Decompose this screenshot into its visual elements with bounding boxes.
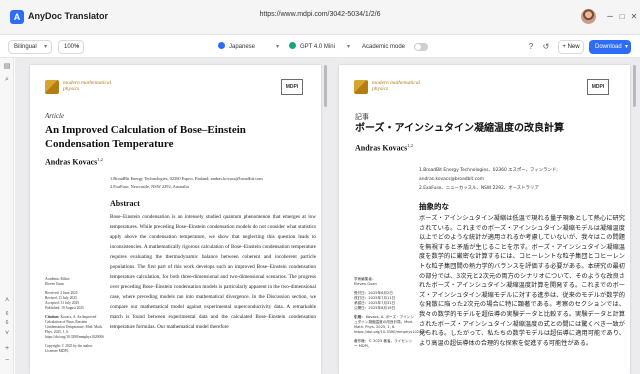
language-select[interactable]: Japanese ▾ bbox=[218, 40, 282, 54]
language-icon bbox=[218, 42, 225, 49]
article-info-sidebar: 学術編集者： Eleven Guan 受付日：2025年6月2日 改訂日：202… bbox=[354, 277, 429, 348]
download-button[interactable]: Download ▾ bbox=[589, 40, 631, 54]
chevron-down-icon[interactable]: ˅ bbox=[3, 330, 11, 338]
chevron-down-icon: ▾ bbox=[276, 44, 280, 50]
model-icon bbox=[289, 42, 296, 49]
toolbar: Bilingual ▾ 100% ▾ Japanese ▾ GPT 4.0 Mi… bbox=[0, 35, 640, 58]
current-page-number[interactable]: 6 bbox=[2, 311, 12, 317]
article-info-sidebar: Academic Editor: Eleven Guan Received: 2… bbox=[45, 277, 104, 353]
minimize-icon[interactable]: – bbox=[604, 11, 616, 23]
help-icon[interactable]: ? bbox=[526, 42, 536, 52]
chevron-up-icon[interactable]: ˄ bbox=[3, 297, 11, 305]
article-type: Article bbox=[45, 112, 65, 120]
author: Andras Kovacs1,2 bbox=[45, 157, 103, 167]
history-icon[interactable]: ↺ bbox=[541, 42, 551, 52]
translated-scrollbar[interactable] bbox=[633, 65, 636, 107]
new-button[interactable]: + New bbox=[558, 40, 584, 54]
original-scrollbar[interactable] bbox=[324, 65, 327, 107]
journal-name: modern mathematical physics bbox=[372, 80, 421, 92]
chevron-down-icon: ▾ bbox=[43, 44, 47, 50]
maximize-icon[interactable]: □ bbox=[616, 11, 628, 23]
affiliation-1: 1.BroadBit Energy Technologies、02360 エスポ… bbox=[419, 168, 558, 173]
affiliations: 1.BroadBit Energy Technologies、02360 エスポ… bbox=[419, 166, 619, 193]
chevron-down-icon: ▾ bbox=[75, 44, 79, 50]
model-value: GPT 4.0 Mini bbox=[300, 44, 335, 50]
download-label: Download bbox=[595, 44, 622, 50]
publisher-logo: MDPI bbox=[587, 79, 609, 95]
abstract-heading: Abstract bbox=[110, 199, 140, 208]
journal-logo-icon bbox=[354, 80, 368, 94]
affiliation-1-email: andras.kovacs@broadbit.com bbox=[419, 177, 485, 182]
zoom-select[interactable]: 100% ▾ bbox=[58, 40, 84, 54]
search-icon[interactable]: ⌕ bbox=[3, 76, 11, 84]
view-mode-value: Bilingual bbox=[14, 44, 37, 50]
affiliation-2: 2.ExaFuse、ニューカッスル、NSW 2292、オーストラリア bbox=[419, 186, 539, 191]
document-url[interactable]: https://www.mdpi.com/3042-5034/1/2/6 bbox=[0, 11, 640, 18]
article-type: 記事 bbox=[355, 113, 369, 121]
affiliation-1: 1.BroadBit Energy Technologies, 02360 Es… bbox=[110, 176, 263, 181]
zoom-out-icon[interactable]: − bbox=[3, 357, 11, 365]
journal-name: modern mathematical physics bbox=[63, 80, 112, 92]
paper-title: ボーズ・アインシュタイン凝縮温度の改良計算 bbox=[355, 123, 564, 134]
academic-mode-toggle[interactable] bbox=[414, 43, 428, 51]
close-icon[interactable]: ✕ bbox=[628, 11, 640, 23]
total-page-number: 6 bbox=[5, 320, 9, 326]
paper-title: An Improved Calculation of Bose–Einstein… bbox=[45, 124, 246, 150]
left-sidebar: ▤ ⌕ ˄ 6 6 ˅ + − bbox=[0, 58, 14, 374]
avatar[interactable] bbox=[581, 9, 596, 24]
academic-mode-label: Academic mode bbox=[362, 44, 406, 50]
title-bar: A AnyDoc Translator https://www.mdpi.com… bbox=[0, 0, 640, 35]
translated-page: modern mathematical physics MDPI 記事 ボーズ・… bbox=[339, 65, 630, 374]
language-value: Japanese bbox=[229, 44, 256, 50]
original-page: modern mathematical physics MDPI Article… bbox=[30, 65, 321, 374]
abstract-heading: 抽象的な bbox=[419, 202, 449, 211]
author: Andras Kovacs1,2 bbox=[355, 143, 413, 153]
affiliation-2: 2.ExaFuse, Newcastle, NSW 2292, Australi… bbox=[110, 184, 189, 189]
affiliations: 1.BroadBit Energy Technologies, 02360 Es… bbox=[110, 175, 310, 191]
publisher-logo: MDPI bbox=[281, 79, 303, 95]
abstract-text: ボーズ・アインシュタイン凝縮は低温で現れる量子現象として熱心に研究されている。こ… bbox=[419, 215, 625, 347]
sidebar-toggle-icon[interactable]: ▤ bbox=[3, 63, 11, 71]
chevron-down-icon: ▾ bbox=[624, 44, 628, 50]
zoom-in-icon[interactable]: + bbox=[3, 345, 11, 353]
view-mode-select[interactable]: Bilingual ▾ bbox=[8, 40, 52, 54]
chevron-down-icon: ▾ bbox=[347, 44, 351, 50]
model-select[interactable]: GPT 4.0 Mini ▾ bbox=[289, 40, 353, 54]
abstract-text: Bose–Einstein condensation is an intense… bbox=[110, 214, 316, 330]
journal-logo-icon bbox=[45, 80, 59, 94]
